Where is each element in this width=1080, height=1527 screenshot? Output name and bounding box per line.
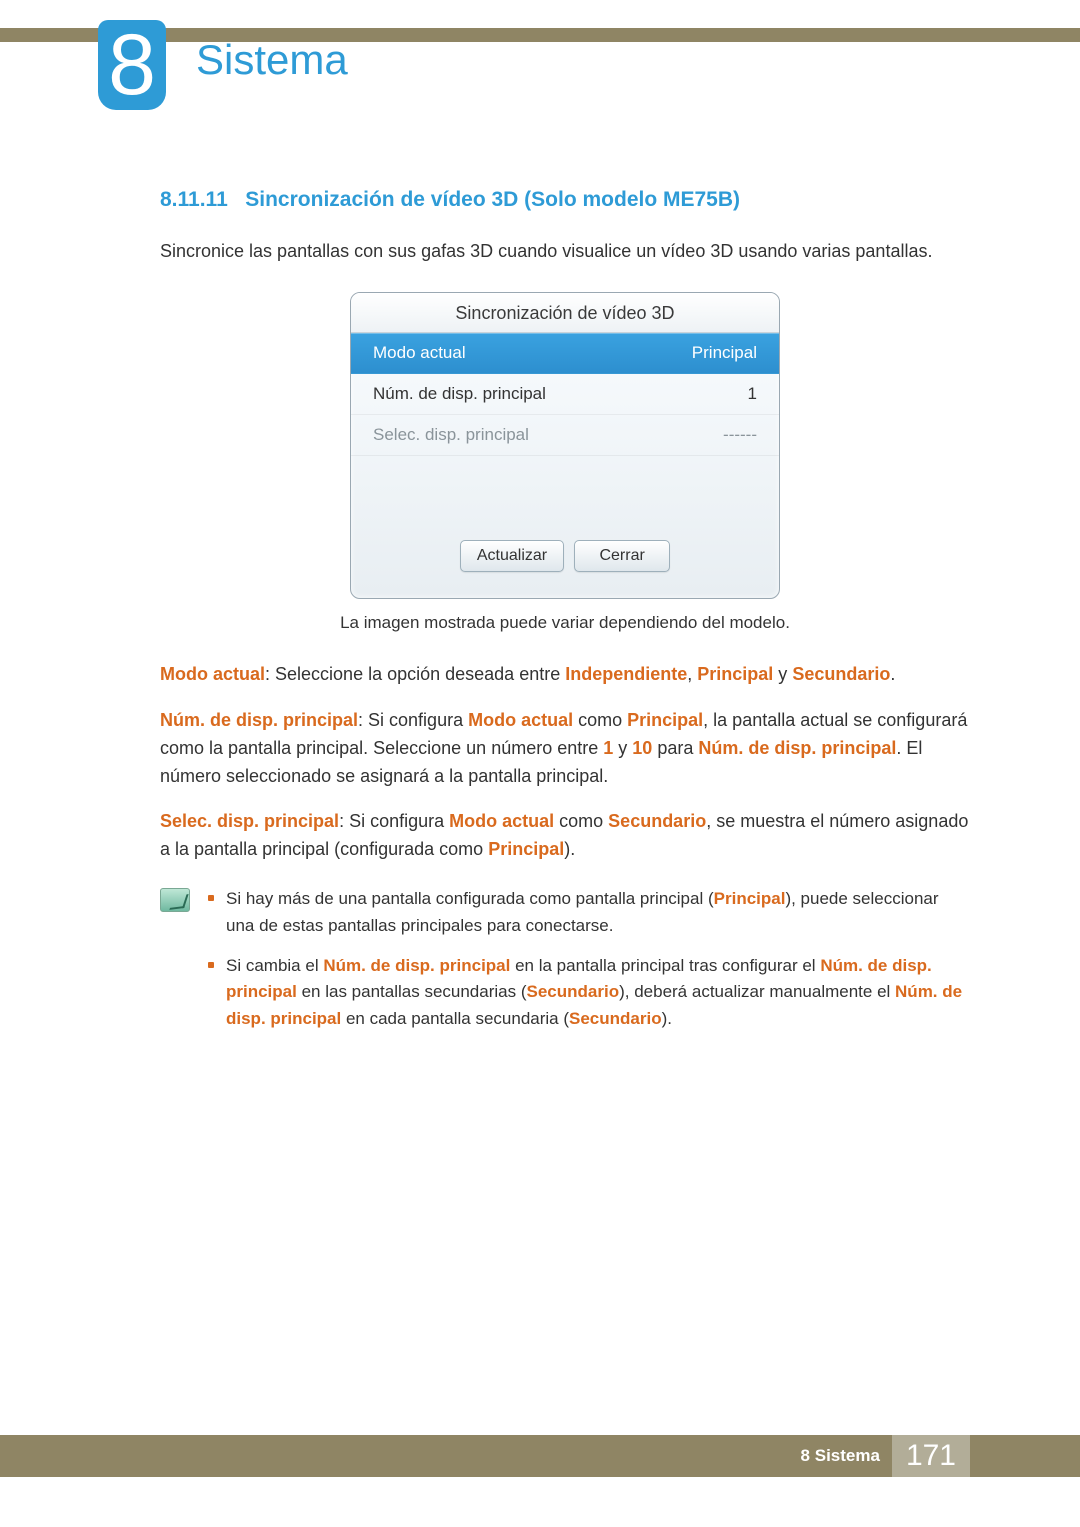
text: como: [554, 811, 608, 831]
close-button[interactable]: Cerrar: [574, 540, 670, 572]
term: Modo actual: [468, 710, 573, 730]
term: Modo actual: [449, 811, 554, 831]
section-title: Sincronización de vídeo 3D (Solo modelo …: [245, 188, 740, 211]
dialog-buttons: Actualizar Cerrar: [351, 534, 779, 584]
footer-bar: 8 Sistema 171: [0, 1435, 1080, 1477]
term: Principal: [627, 710, 703, 730]
dialog-body: Modo actual Principal Núm. de disp. prin…: [351, 333, 779, 598]
text: en la pantalla principal tras configurar…: [510, 956, 820, 975]
term: Selec. disp. principal: [160, 811, 339, 831]
para-modo-actual: Modo actual: Seleccione la opción desead…: [160, 661, 970, 689]
term: Secundario: [792, 664, 890, 684]
note-block: Si hay más de una pantalla configurada c…: [160, 886, 970, 1046]
term: Modo actual: [160, 664, 265, 684]
chapter-title: Sistema: [196, 36, 348, 84]
section-number: 8.11.11: [160, 188, 228, 211]
note-list: Si hay más de una pantalla configurada c…: [208, 886, 970, 1046]
chapter-tab: 8: [98, 20, 166, 110]
text: Si hay más de una pantalla configurada c…: [226, 889, 714, 908]
text: : Si configura: [358, 710, 468, 730]
text: como: [573, 710, 627, 730]
page-number: 171: [892, 1435, 970, 1477]
dialog-screenshot: Sincronización de vídeo 3D Modo actual P…: [350, 292, 780, 599]
row-value: Principal: [692, 343, 757, 363]
text: ,: [687, 664, 697, 684]
text: ).: [662, 1009, 672, 1028]
intro-text: Sincronice las pantallas con sus gafas 3…: [160, 238, 970, 266]
refresh-button[interactable]: Actualizar: [460, 540, 564, 572]
text: ).: [564, 839, 575, 859]
text: y: [773, 664, 792, 684]
row-label: Modo actual: [373, 343, 466, 363]
term: Principal: [697, 664, 773, 684]
term: Núm. de disp. principal: [323, 956, 510, 975]
text: : Seleccione la opción deseada entre: [265, 664, 565, 684]
dialog-title: Sincronización de vídeo 3D: [351, 293, 779, 333]
chapter-number: 8: [108, 22, 156, 108]
text: en cada pantalla secundaria (: [341, 1009, 569, 1028]
text: ), deberá actualizar manualmente el: [619, 982, 895, 1001]
term: 1: [603, 738, 613, 758]
page-content: 8.11.11 Sincronización de vídeo 3D (Solo…: [160, 188, 970, 1046]
text: .: [890, 664, 895, 684]
row-value: 1: [748, 384, 757, 404]
note-item: Si hay más de una pantalla configurada c…: [208, 886, 970, 939]
term: Secundario: [527, 982, 620, 1001]
dialog-spacer: [351, 456, 779, 534]
para-selec-disp: Selec. disp. principal: Si configura Mod…: [160, 808, 970, 864]
image-caption: La imagen mostrada puede variar dependie…: [160, 613, 970, 633]
para-num-disp: Núm. de disp. principal: Si configura Mo…: [160, 707, 970, 791]
text: para: [652, 738, 698, 758]
note-icon: [160, 888, 190, 912]
sync-dialog: Sincronización de vídeo 3D Modo actual P…: [350, 292, 780, 599]
dialog-row-num[interactable]: Núm. de disp. principal 1: [351, 374, 779, 415]
row-label: Selec. disp. principal: [373, 425, 529, 445]
text: : Si configura: [339, 811, 449, 831]
row-label: Núm. de disp. principal: [373, 384, 546, 404]
term: Núm. de disp. principal: [160, 710, 358, 730]
dialog-row-mode[interactable]: Modo actual Principal: [351, 333, 779, 374]
section-heading: 8.11.11 Sincronización de vídeo 3D (Solo…: [160, 188, 970, 212]
row-value: ------: [723, 425, 757, 445]
term: Secundario: [569, 1009, 662, 1028]
term: 10: [632, 738, 652, 758]
note-item: Si cambia el Núm. de disp. principal en …: [208, 953, 970, 1032]
text: Si cambia el: [226, 956, 323, 975]
term: Principal: [488, 839, 564, 859]
term: Independiente: [565, 664, 687, 684]
footer-label: 8 Sistema: [801, 1446, 892, 1466]
term: Principal: [714, 889, 786, 908]
term: Núm. de disp. principal: [698, 738, 896, 758]
text: en las pantallas secundarias (: [297, 982, 527, 1001]
text: y: [613, 738, 632, 758]
dialog-row-select: Selec. disp. principal ------: [351, 415, 779, 456]
term: Secundario: [608, 811, 706, 831]
